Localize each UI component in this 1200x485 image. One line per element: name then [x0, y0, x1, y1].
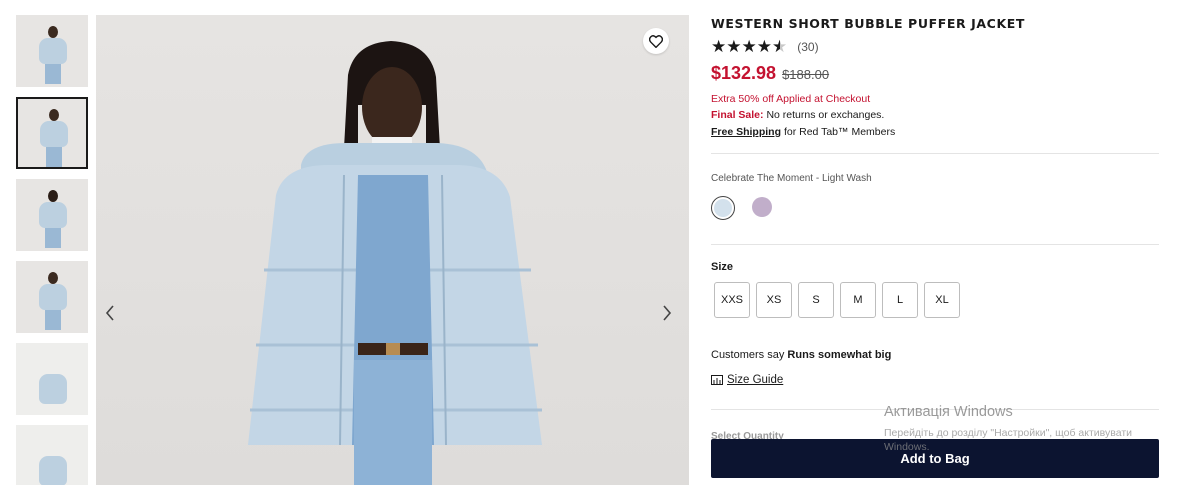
star-icon: ★ [741, 37, 757, 56]
size-option-xs[interactable]: XS [756, 282, 792, 318]
thumbnail-1[interactable] [16, 15, 88, 87]
thumbnail-6[interactable] [16, 425, 88, 485]
thumbnail-5[interactable] [16, 343, 88, 415]
final-sale-text: No returns or exchanges. [766, 109, 885, 121]
star-icon: ★ [756, 37, 772, 56]
chevron-left-icon [105, 305, 114, 321]
promo-text: Extra 50% off Applied at Checkout [711, 93, 871, 105]
thumbnail-2[interactable] [16, 97, 88, 169]
thumbnail-4[interactable] [16, 261, 88, 333]
size-options: XXS XS S M L XL [714, 282, 966, 318]
shipping-note: Free Shipping for Red Tab™ Members [711, 126, 895, 138]
size-option-xxs[interactable]: XXS [714, 282, 750, 318]
half-star-icon: ★ [772, 37, 788, 56]
size-option-l[interactable]: L [882, 282, 918, 318]
size-option-s[interactable]: S [798, 282, 834, 318]
price-block: $132.98 $188.00 [711, 63, 829, 84]
color-swatch-lavender[interactable] [752, 197, 772, 217]
windows-activation-title: Активація Windows [884, 404, 1013, 420]
shipping-text: for Red Tab™ Members [783, 126, 896, 138]
chevron-right-icon [663, 305, 672, 321]
free-shipping-link[interactable]: Free Shipping [711, 126, 781, 138]
final-sale-label: Final Sale: [711, 109, 764, 121]
color-name: Celebrate The Moment - Light Wash [711, 173, 872, 184]
thumbnail-list [16, 15, 88, 485]
size-label: Size [711, 261, 734, 273]
wishlist-button[interactable] [643, 28, 669, 54]
color-swatch-light-wash[interactable] [711, 196, 735, 220]
original-price: $188.00 [782, 67, 830, 82]
size-guide-label: Size Guide [727, 374, 784, 386]
main-product-image [96, 15, 689, 485]
fit-feedback: Customers say Runs somewhat big [711, 349, 891, 361]
ruler-icon [711, 375, 723, 385]
model-photo [248, 41, 542, 485]
fit-prefix: Customers say [711, 349, 785, 361]
next-image-button[interactable] [659, 301, 675, 325]
divider [711, 153, 1159, 154]
sale-price: $132.98 [711, 63, 777, 83]
size-guide-link[interactable]: Size Guide [711, 374, 783, 386]
star-icon: ★ [711, 37, 727, 56]
review-count[interactable]: (30) [797, 40, 818, 54]
thumbnail-3[interactable] [16, 179, 88, 251]
final-sale-note: Final Sale: No returns or exchanges. [711, 109, 884, 121]
size-option-xl[interactable]: XL [924, 282, 960, 318]
fit-value: Runs somewhat big [787, 349, 892, 361]
previous-image-button[interactable] [102, 301, 118, 325]
divider [711, 244, 1159, 245]
star-icon: ★ [726, 37, 742, 56]
size-option-m[interactable]: M [840, 282, 876, 318]
heart-outline-icon [649, 34, 663, 48]
rating[interactable]: ★ ★ ★ ★ ★ (30) [711, 38, 819, 55]
windows-activation-subtitle: Перейдіть до розділу "Настройки", щоб ак… [884, 427, 1133, 453]
product-title: WESTERN SHORT BUBBLE PUFFER JACKET [711, 16, 1026, 31]
